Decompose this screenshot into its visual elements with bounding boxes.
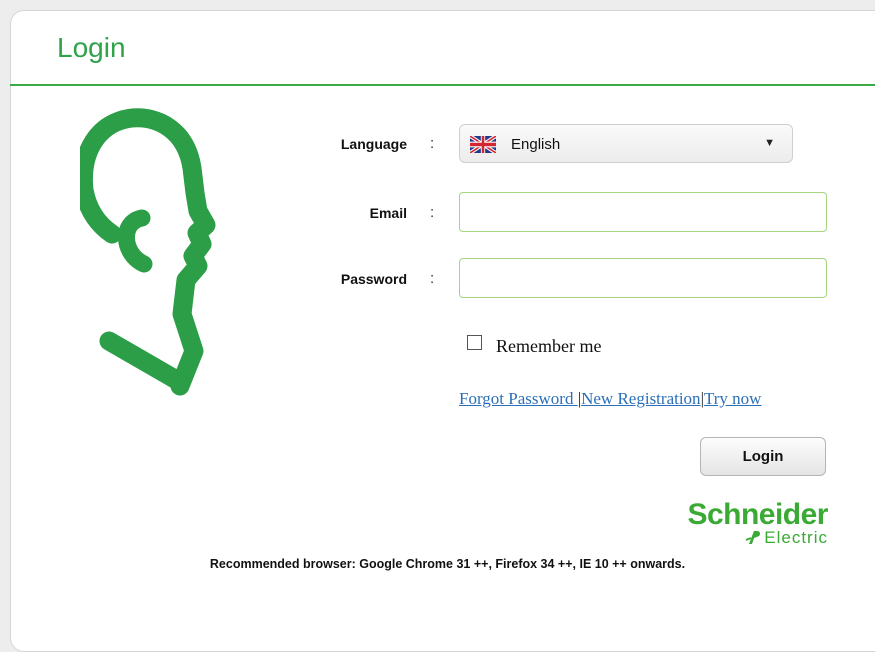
new-registration-link[interactable]: New Registration: [581, 389, 700, 408]
login-button[interactable]: Login: [700, 437, 826, 476]
page-title: Login: [57, 32, 126, 63]
email-colon: :: [430, 204, 435, 221]
head-profile-icon: [80, 108, 216, 396]
language-select[interactable]: English ▼: [459, 124, 793, 163]
language-label: Language: [340, 136, 407, 152]
life-is-on-icon: [745, 531, 761, 544]
remember-me-checkbox[interactable]: [467, 335, 482, 350]
email-label: Email: [369, 205, 407, 221]
forgot-password-link[interactable]: Forgot Password: [459, 389, 578, 408]
password-label: Password: [340, 271, 407, 287]
uk-flag-icon: [470, 136, 496, 153]
remember-me-label[interactable]: Remember me: [496, 336, 601, 357]
brand-subname: Electric: [764, 528, 828, 547]
password-field[interactable]: [459, 258, 827, 298]
browser-recommendation: Recommended browser: Google Chrome 31 ++…: [209, 557, 686, 571]
language-selected-value: English: [511, 136, 561, 153]
title-divider: [10, 84, 875, 86]
email-field[interactable]: [459, 192, 827, 232]
dropdown-caret-icon: ▼: [764, 137, 775, 149]
schneider-electric-logo: Schneider Electric: [686, 498, 828, 547]
brand-name: Schneider: [687, 498, 828, 531]
try-now-link[interactable]: Try now: [704, 389, 761, 408]
account-links: Forgot Password |New Registration|Try no…: [459, 389, 761, 409]
password-colon: :: [430, 270, 435, 287]
language-colon: :: [430, 135, 435, 152]
